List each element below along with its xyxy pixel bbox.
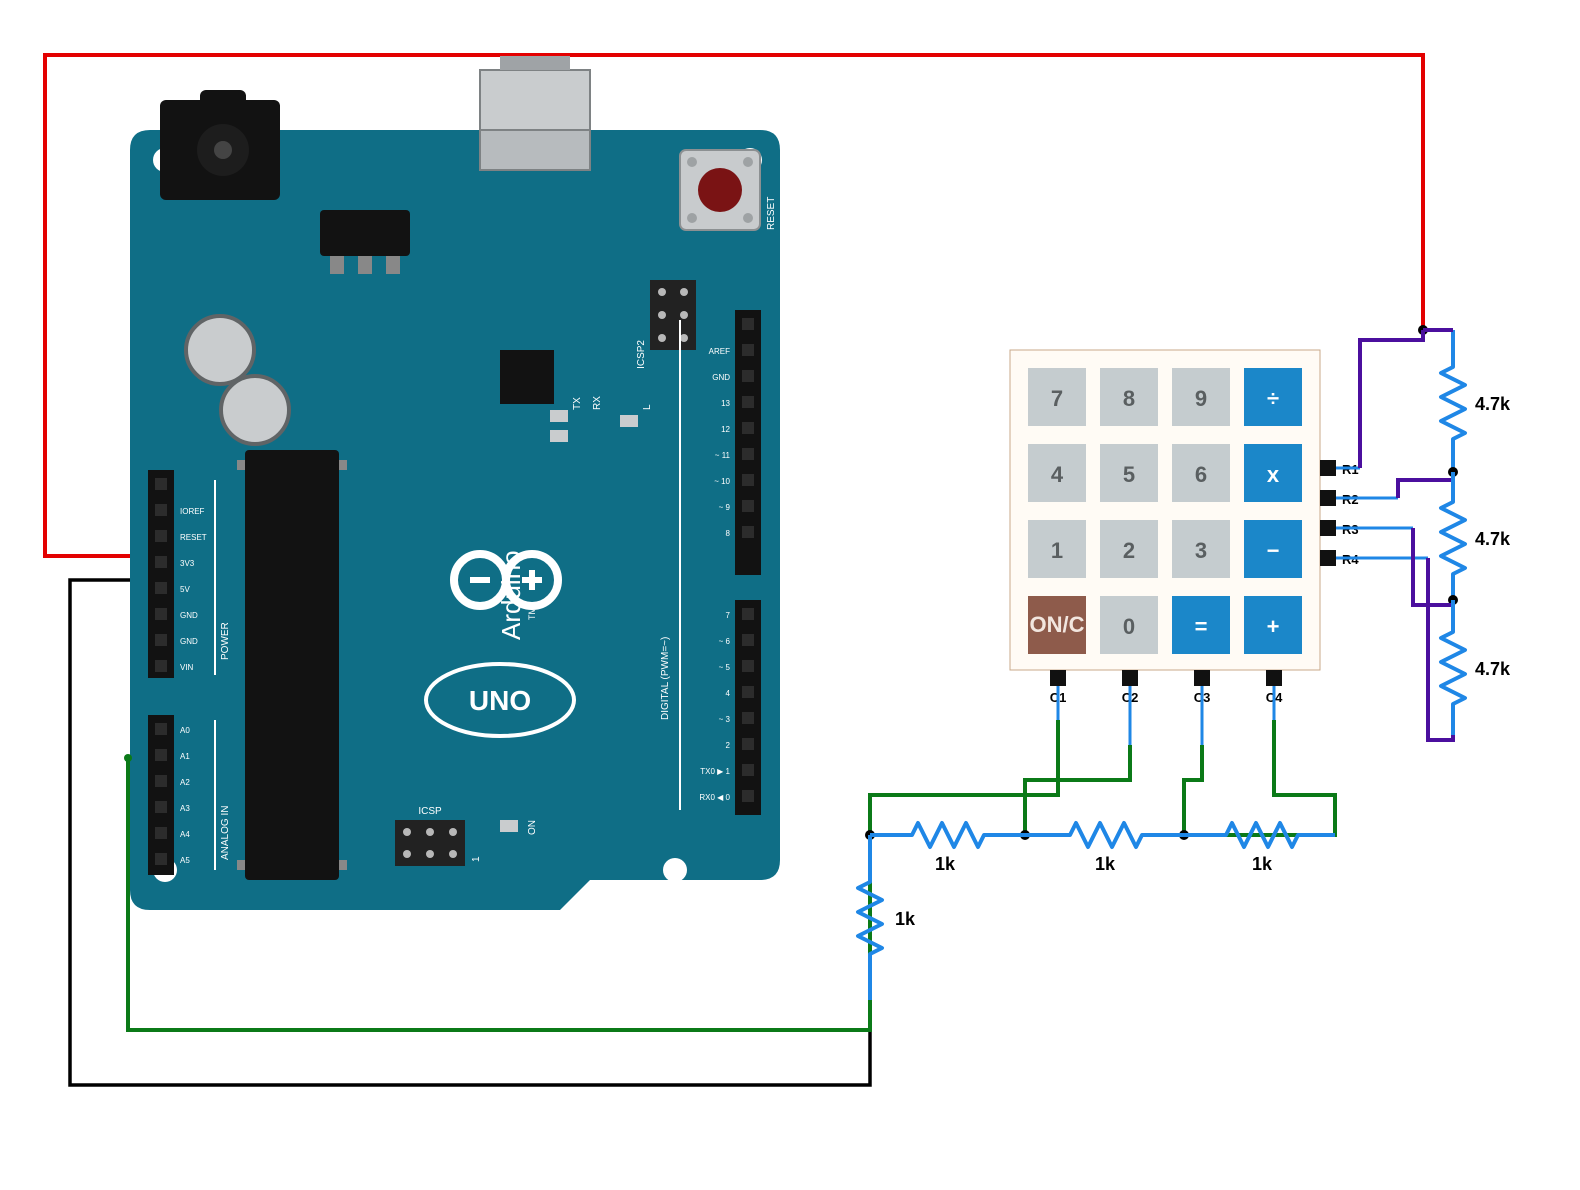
power-header bbox=[148, 470, 174, 678]
icsp2-label: ICSP2 bbox=[636, 340, 647, 369]
svg-text:RX: RX bbox=[592, 396, 603, 410]
svg-text:2: 2 bbox=[1123, 538, 1135, 563]
svg-text:A1: A1 bbox=[180, 752, 190, 761]
r-row1: 4.7k bbox=[1475, 394, 1511, 414]
key-3: 3 bbox=[1172, 520, 1230, 578]
r-row2: 4.7k bbox=[1475, 529, 1511, 549]
key-2: 2 bbox=[1100, 520, 1158, 578]
svg-text:x: x bbox=[1267, 462, 1280, 487]
svg-text:=: = bbox=[1195, 614, 1208, 639]
svg-text:9: 9 bbox=[1195, 386, 1207, 411]
key-1: 1 bbox=[1028, 520, 1086, 578]
svg-text:GND: GND bbox=[180, 637, 198, 646]
svg-text:+: + bbox=[1267, 614, 1280, 639]
svg-text:AREF: AREF bbox=[709, 347, 730, 356]
svg-text:÷: ÷ bbox=[1267, 386, 1279, 411]
svg-text:ANALOG IN: ANALOG IN bbox=[220, 806, 231, 860]
r-col2: 1k bbox=[1095, 854, 1116, 874]
key-equals: = bbox=[1172, 596, 1230, 654]
svg-text:~ 11: ~ 11 bbox=[715, 451, 731, 460]
svg-text:3V3: 3V3 bbox=[180, 559, 195, 568]
svg-text:A3: A3 bbox=[180, 804, 190, 813]
svg-text:TX: TX bbox=[572, 397, 583, 410]
key-divide: ÷ bbox=[1244, 368, 1302, 426]
svg-text:7: 7 bbox=[1051, 386, 1063, 411]
keypad: 7 8 9 ÷ 4 5 6 x 1 2 3 − ON/C 0 = + C1 C2… bbox=[1010, 350, 1359, 705]
svg-text:5: 5 bbox=[1123, 462, 1135, 487]
r-col3: 1k bbox=[1252, 854, 1273, 874]
circuit-diagram: RESET ICSP2 TX RX L bbox=[0, 0, 1580, 1190]
svg-text:8: 8 bbox=[1123, 386, 1135, 411]
analog-header bbox=[148, 715, 174, 875]
r-col-gnd: 1k bbox=[895, 909, 916, 929]
svg-text:−: − bbox=[1267, 538, 1280, 563]
svg-text:13: 13 bbox=[721, 399, 730, 408]
key-multiply: x bbox=[1244, 444, 1302, 502]
svg-text:VIN: VIN bbox=[180, 663, 194, 672]
svg-text:GND: GND bbox=[180, 611, 198, 620]
key-9: 9 bbox=[1172, 368, 1230, 426]
svg-text:2: 2 bbox=[726, 741, 731, 750]
svg-text:5V: 5V bbox=[180, 585, 190, 594]
row-ladder: 4.7k 4.7k 4.7k bbox=[1336, 325, 1511, 740]
svg-text:~ 5: ~ 5 bbox=[719, 663, 731, 672]
svg-text:~ 3: ~ 3 bbox=[719, 715, 731, 724]
svg-text:RESET: RESET bbox=[180, 533, 207, 542]
svg-text:~ 6: ~ 6 bbox=[719, 637, 731, 646]
key-6: 6 bbox=[1172, 444, 1230, 502]
arduino-uno: RESET ICSP2 TX RX L bbox=[130, 56, 780, 910]
svg-text:1: 1 bbox=[471, 856, 482, 862]
key-5: 5 bbox=[1100, 444, 1158, 502]
key-onc: ON/C bbox=[1028, 596, 1086, 654]
model-label: UNO bbox=[469, 685, 531, 716]
svg-text:L: L bbox=[642, 404, 653, 410]
svg-text:POWER: POWER bbox=[220, 622, 231, 660]
col-ladder: 1k 1k 1k 1k bbox=[858, 686, 1335, 1000]
svg-text:4: 4 bbox=[726, 689, 731, 698]
svg-text:8: 8 bbox=[726, 529, 731, 538]
svg-text:~ 9: ~ 9 bbox=[719, 503, 731, 512]
key-minus: − bbox=[1244, 520, 1302, 578]
svg-text:A2: A2 bbox=[180, 778, 190, 787]
svg-text:0: 0 bbox=[1123, 614, 1135, 639]
svg-text:~ 10: ~ 10 bbox=[714, 477, 730, 486]
svg-text:ICSP: ICSP bbox=[418, 806, 442, 817]
key-0: 0 bbox=[1100, 596, 1158, 654]
r-col1: 1k bbox=[935, 854, 956, 874]
r-row3: 4.7k bbox=[1475, 659, 1511, 679]
key-8: 8 bbox=[1100, 368, 1158, 426]
key-7: 7 bbox=[1028, 368, 1086, 426]
svg-text:ON: ON bbox=[527, 820, 538, 835]
svg-text:A5: A5 bbox=[180, 856, 190, 865]
svg-text:A4: A4 bbox=[180, 830, 190, 839]
svg-text:GND: GND bbox=[712, 373, 730, 382]
svg-text:TM: TM bbox=[527, 607, 537, 620]
svg-text:4: 4 bbox=[1051, 462, 1064, 487]
svg-text:3: 3 bbox=[1195, 538, 1207, 563]
svg-text:DIGITAL (PWM=~): DIGITAL (PWM=~) bbox=[660, 637, 671, 720]
svg-text:12: 12 bbox=[721, 425, 730, 434]
key-4: 4 bbox=[1028, 444, 1086, 502]
svg-text:1: 1 bbox=[1051, 538, 1063, 563]
svg-text:IOREF: IOREF bbox=[180, 507, 205, 516]
svg-text:7: 7 bbox=[726, 611, 731, 620]
svg-text:RX0 ◀ 0: RX0 ◀ 0 bbox=[699, 793, 730, 802]
svg-text:A0: A0 bbox=[180, 726, 190, 735]
svg-text:6: 6 bbox=[1195, 462, 1207, 487]
svg-text:ON/C: ON/C bbox=[1030, 612, 1085, 637]
svg-text:TX0 ▶ 1: TX0 ▶ 1 bbox=[700, 767, 730, 776]
key-plus: + bbox=[1244, 596, 1302, 654]
digital-header-bottom bbox=[735, 600, 761, 815]
reset-label: RESET bbox=[766, 197, 777, 230]
